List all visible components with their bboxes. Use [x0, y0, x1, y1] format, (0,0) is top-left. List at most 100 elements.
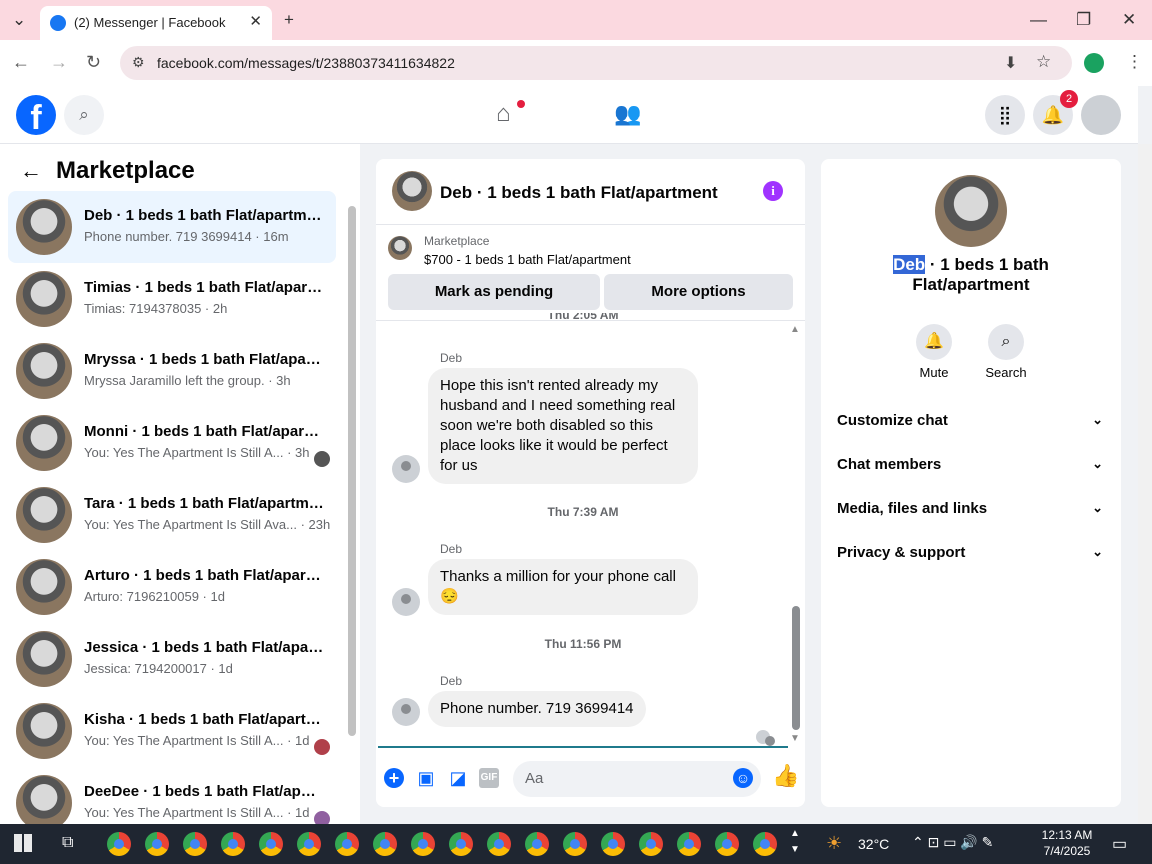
chrome-icon[interactable] — [639, 832, 663, 856]
back-arrow-icon[interactable]: ← — [20, 158, 42, 184]
message-bubble[interactable]: Phone number. 719 3699414 — [428, 691, 646, 727]
page-scrollbar[interactable] — [1138, 144, 1152, 824]
conversation-item[interactable]: Arturo · 1 beds 1 bath Flat/apartment Ar… — [8, 551, 336, 623]
like-thumbs-up-icon[interactable]: 👍 — [772, 765, 799, 787]
more-options-button[interactable]: More options — [604, 274, 793, 310]
chrome-icon[interactable] — [145, 832, 169, 856]
chrome-icon[interactable] — [677, 832, 701, 856]
windows-start-icon[interactable] — [14, 834, 32, 852]
url-text[interactable]: facebook.com/messages/t/2388037341163482… — [157, 55, 455, 71]
message-input-placeholder[interactable]: Aa — [525, 770, 543, 787]
conversation-item[interactable]: Tara · 1 beds 1 bath Flat/apartment You:… — [8, 479, 336, 551]
chrome-icon[interactable] — [563, 832, 587, 856]
conversation-name: Deb · 1 beds 1 bath Flat/apartment — [84, 207, 324, 224]
conversation-name: Deb · 1 beds 1 bath Flat/apartment — [840, 255, 1102, 295]
tab-search-icon[interactable]: ⌄ — [12, 10, 26, 30]
profile-avatar[interactable] — [1081, 95, 1121, 135]
chrome-icon[interactable] — [221, 832, 245, 856]
photo-icon[interactable]: ▣ — [416, 768, 436, 788]
search-icon[interactable]: ⌕ — [64, 95, 104, 135]
site-info-icon[interactable]: ⚙ — [132, 54, 145, 71]
conversation-item[interactable]: DeeDee · 1 beds 1 bath Flat/apartment Yo… — [8, 767, 336, 824]
message-bubble[interactable]: Thanks a million for your phone call 😔 — [428, 559, 698, 615]
conversation-preview: You: Yes The Apartment Is Still A... · 3… — [84, 445, 310, 460]
conversation-name: Mryssa · 1 beds 1 bath Flat/apartment — [84, 351, 324, 368]
conversation-item[interactable]: Jessica · 1 beds 1 bath Flat/apartment J… — [8, 623, 336, 695]
sender-avatar — [392, 455, 420, 483]
seen-avatar — [314, 739, 330, 755]
install-app-icon[interactable]: ⬇ — [1004, 53, 1017, 73]
forward-icon[interactable]: → — [50, 52, 68, 73]
chat-members-section[interactable]: Chat members ⌄ — [837, 456, 1107, 473]
sender-name: Deb — [440, 351, 463, 365]
maximize-icon[interactable]: ❐ — [1076, 10, 1091, 30]
taskbar-scroll-icon[interactable]: ▲ ▼ — [790, 826, 800, 858]
chrome-icon[interactable] — [373, 832, 397, 856]
chrome-icon[interactable] — [335, 832, 359, 856]
chat-avatar[interactable] — [392, 171, 432, 211]
seen-avatar — [314, 451, 330, 467]
sender-name: Deb — [440, 542, 463, 556]
chrome-icon[interactable] — [107, 832, 131, 856]
mark-as-pending-button[interactable]: Mark as pending — [388, 274, 600, 310]
system-tray-icons[interactable]: ⌃ ⊡ ▭ 🔊 ✎ — [912, 834, 993, 851]
browser-tab[interactable]: (2) Messenger | Facebook ✕ — [40, 6, 272, 40]
search-icon[interactable]: ⌕ — [988, 324, 1024, 360]
chrome-icon[interactable] — [601, 832, 625, 856]
back-icon[interactable]: ← — [12, 52, 30, 73]
close-tab-icon[interactable]: ✕ — [249, 12, 262, 30]
conversation-name: Jessica · 1 beds 1 bath Flat/apartment — [84, 639, 324, 656]
facebook-favicon-icon — [50, 15, 66, 31]
conversation-list-scrollbar[interactable] — [348, 206, 356, 736]
mute-bell-icon[interactable]: 🔔 — [916, 324, 952, 360]
customize-chat-section[interactable]: Customize chat ⌄ — [837, 412, 1107, 429]
chat-title[interactable]: Deb · 1 beds 1 bath Flat/apartment — [440, 183, 718, 203]
add-plus-icon[interactable]: + — [384, 768, 404, 788]
privacy-support-section[interactable]: Privacy & support ⌄ — [837, 544, 1107, 561]
emoji-icon[interactable]: ☺ — [733, 768, 753, 788]
window-close-icon[interactable]: ✕ — [1122, 10, 1136, 30]
info-icon[interactable]: i — [763, 181, 783, 201]
notification-center-icon[interactable]: ▭ — [1112, 834, 1127, 854]
chrome-icon[interactable] — [753, 832, 777, 856]
media-files-links-section[interactable]: Media, files and links ⌄ — [837, 500, 1107, 517]
gif-icon[interactable]: GIF — [479, 768, 499, 788]
menu-grid-icon[interactable]: ⣿ — [985, 95, 1025, 135]
chrome-icon-active[interactable] — [449, 832, 473, 856]
chrome-icon[interactable] — [715, 832, 739, 856]
clock[interactable]: 12:13 AM 7/4/2025 — [1040, 827, 1094, 859]
chrome-icon[interactable] — [297, 832, 321, 856]
chrome-icon[interactable] — [487, 832, 511, 856]
chrome-icon[interactable] — [411, 832, 435, 856]
friends-icon[interactable]: 👥 — [614, 101, 641, 127]
messages-scrollbar[interactable] — [792, 606, 800, 730]
reload-icon[interactable]: ↻ — [86, 52, 101, 73]
listing-thumbnail — [16, 415, 72, 471]
conversation-item[interactable]: Kisha · 1 beds 1 bath Flat/apartment You… — [8, 695, 336, 767]
chevron-down-icon: ⌄ — [1092, 456, 1103, 471]
browser-menu-icon[interactable]: ⋮ — [1126, 52, 1143, 72]
message-input[interactable] — [513, 761, 761, 797]
scroll-down-arrow-icon[interactable]: ▼ — [790, 733, 800, 744]
temperature[interactable]: 32°C — [858, 836, 889, 852]
listing-summary[interactable]: $700 - 1 beds 1 bath Flat/apartment — [424, 252, 631, 267]
bookmark-star-icon[interactable]: ☆ — [1036, 52, 1051, 72]
chrome-icon[interactable] — [259, 832, 283, 856]
home-icon[interactable]: ⌂ — [496, 100, 511, 128]
chrome-icon[interactable] — [183, 832, 207, 856]
conversation-item[interactable]: Mryssa · 1 beds 1 bath Flat/apartment Mr… — [8, 335, 336, 407]
section-label: Customize chat — [837, 412, 948, 429]
new-tab-icon[interactable]: + — [284, 10, 294, 30]
conversation-item[interactable]: Deb · 1 beds 1 bath Flat/apartment Phone… — [8, 191, 336, 263]
chrome-icon[interactable] — [525, 832, 549, 856]
extension-icon[interactable] — [1084, 53, 1104, 73]
scroll-up-arrow-icon[interactable]: ▲ — [790, 324, 800, 335]
conversation-item[interactable]: Monni · 1 beds 1 bath Flat/apartment You… — [8, 407, 336, 479]
message-bubble[interactable]: Hope this isn't rented already my husban… — [428, 368, 698, 484]
facebook-logo-icon[interactable]: f — [16, 95, 56, 135]
conversation-item[interactable]: Timias · 1 beds 1 bath Flat/apartment Ti… — [8, 263, 336, 335]
minimize-icon[interactable]: — — [1030, 10, 1047, 30]
task-view-icon[interactable]: ⧉ — [62, 834, 73, 852]
conversation-name: Kisha · 1 beds 1 bath Flat/apartment — [84, 711, 324, 728]
sticker-icon[interactable]: ◪ — [448, 768, 468, 788]
